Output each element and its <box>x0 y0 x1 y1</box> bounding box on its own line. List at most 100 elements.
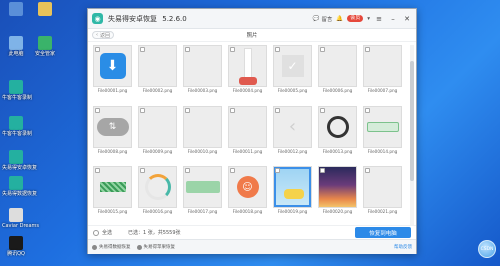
desktop-icon[interactable] <box>2 2 30 17</box>
shield-icon <box>38 36 52 50</box>
select-all-label[interactable]: 全选 <box>102 229 112 236</box>
app-logo-icon: ◉ <box>92 13 103 24</box>
photo-item[interactable]: ✓ File00005.png <box>272 45 313 103</box>
photo-thumbnail[interactable] <box>183 45 222 87</box>
photo-checkbox[interactable] <box>230 168 235 174</box>
photo-item[interactable]: File00019.png <box>272 166 313 224</box>
desktop-icon[interactable]: 失易得安卓恢复 <box>2 150 38 171</box>
photo-checkbox[interactable] <box>275 168 280 174</box>
desktop-icon[interactable]: 此电脑 <box>2 36 30 57</box>
photo-thumbnail[interactable] <box>183 105 222 148</box>
photo-item[interactable]: File00004.png <box>227 45 268 103</box>
photo-thumbnail[interactable] <box>138 105 177 148</box>
photo-item[interactable]: ⬇ File00001.png <box>92 45 133 103</box>
desktop-icon[interactable]: Caviar Dreams <box>2 208 39 229</box>
photo-checkbox[interactable] <box>185 168 190 174</box>
select-all-radio[interactable] <box>93 229 99 236</box>
photo-checkbox[interactable] <box>185 107 190 113</box>
photo-thumbnail[interactable] <box>183 166 222 209</box>
photo-checkbox[interactable] <box>320 107 325 113</box>
photo-checkbox[interactable] <box>320 47 325 52</box>
desktop-icon[interactable]: 腾讯QQ <box>2 236 30 257</box>
photo-checkbox[interactable] <box>275 47 280 52</box>
photo-item[interactable]: ⇅ File00008.png <box>92 105 133 164</box>
desktop-icon-label: 失易得安卓恢复 <box>2 165 38 171</box>
window-title: 失易得安卓恢复 5.2.6.0 <box>108 14 187 23</box>
vip-badge[interactable]: 会员 <box>347 15 364 22</box>
photo-item[interactable]: File00014.png <box>362 105 403 164</box>
photo-thumbnail[interactable] <box>138 166 177 209</box>
photo-checkbox[interactable] <box>365 168 370 174</box>
photo-thumbnail[interactable]: ⬇ <box>93 45 132 87</box>
photo-thumbnail[interactable] <box>273 166 312 209</box>
photo-item[interactable]: File00009.png <box>137 105 178 164</box>
photo-thumbnail[interactable] <box>363 166 402 209</box>
desktop-icon[interactable]: 安全管家 <box>31 36 59 57</box>
photo-checkbox[interactable] <box>230 47 235 52</box>
photo-item[interactable]: File00003.png <box>182 45 223 103</box>
photo-item[interactable]: ‹ File00012.png <box>272 105 313 164</box>
photo-item[interactable]: File00020.png <box>317 166 358 224</box>
photo-thumbnail[interactable] <box>363 45 402 87</box>
photo-item[interactable]: File00017.png <box>182 166 223 224</box>
photo-checkbox[interactable] <box>140 168 145 174</box>
photo-thumbnail[interactable] <box>318 166 357 209</box>
photo-thumbnail[interactable] <box>228 45 267 87</box>
message-button[interactable]: 💬 留言 <box>312 15 332 23</box>
sub-header: ‹ 返回 照片 <box>88 29 416 42</box>
desktop-icon[interactable]: 牛客牛客录制 <box>2 80 32 101</box>
photo-thumbnail[interactable] <box>363 105 402 148</box>
photo-thumbnail[interactable] <box>138 45 177 87</box>
photo-item[interactable]: File00007.png <box>362 45 403 103</box>
photo-thumbnail[interactable] <box>318 105 357 148</box>
photo-checkbox[interactable] <box>95 107 100 113</box>
menu-icon[interactable]: ≡ <box>374 15 384 23</box>
footer-apple-recovery-link[interactable]: 失易得苹果恢复 <box>136 244 175 250</box>
photo-checkbox[interactable] <box>365 47 370 52</box>
photo-checkbox[interactable] <box>185 47 190 52</box>
photo-checkbox[interactable] <box>95 47 100 52</box>
scrollbar-thumb[interactable] <box>410 61 414 181</box>
photo-thumbnail[interactable]: ⇅ <box>93 105 132 148</box>
photo-thumbnail[interactable]: ☺ <box>228 166 267 209</box>
desktop-icon[interactable]: 失易得数据恢复 <box>2 176 37 197</box>
footer-data-recovery-link[interactable]: 失易得数据恢复 <box>92 244 131 250</box>
photo-checkbox[interactable] <box>140 107 145 113</box>
photo-item[interactable]: File00010.png <box>182 105 223 164</box>
photo-checkbox[interactable] <box>320 168 325 174</box>
desktop-icon[interactable] <box>31 2 59 17</box>
close-icon[interactable]: ✕ <box>402 15 412 23</box>
photo-thumbnail[interactable]: ‹ <box>273 105 312 148</box>
photo-item[interactable]: File00016.png <box>137 166 178 224</box>
help-feedback-link[interactable]: 帮助反馈 <box>394 244 412 250</box>
photo-checkbox[interactable] <box>140 47 145 52</box>
restore-button[interactable]: 恢复到电脑 <box>355 227 411 238</box>
photo-checkbox[interactable] <box>275 107 280 113</box>
photo-thumbnail[interactable]: ✓ <box>273 45 312 87</box>
dropdown-icon[interactable]: ▾ <box>367 16 370 22</box>
photo-thumbnail[interactable] <box>228 105 267 148</box>
photo-checkbox[interactable] <box>95 168 100 174</box>
photo-thumbnail[interactable] <box>318 45 357 87</box>
photo-item[interactable]: File00006.png <box>317 45 358 103</box>
floating-bubble[interactable]: CSDN <box>478 240 496 258</box>
scrollbar[interactable] <box>410 45 414 225</box>
back-button[interactable]: ‹ 返回 <box>92 31 115 39</box>
photo-filename: File00020.png <box>322 209 353 215</box>
photo-filename: File00004.png <box>232 88 263 93</box>
photo-filename: File00003.png <box>187 88 218 93</box>
photo-item[interactable]: ☺ File00018.png <box>227 166 268 224</box>
photo-item[interactable]: File00015.png <box>92 166 133 224</box>
photo-thumbnail[interactable] <box>93 166 132 209</box>
photo-item[interactable]: File00013.png <box>317 105 358 164</box>
footer: 失易得数据恢复 失易得苹果恢复 帮助反馈 <box>88 239 416 254</box>
minimize-icon[interactable]: – <box>388 15 398 23</box>
desktop-icon[interactable]: 牛客牛客录制 <box>2 116 32 137</box>
photo-item[interactable]: File00002.png <box>137 45 178 103</box>
photo-checkbox[interactable] <box>365 107 370 113</box>
photo-item[interactable]: File00011.png <box>227 105 268 164</box>
app-dot-icon <box>92 244 97 250</box>
photo-checkbox[interactable] <box>230 107 235 113</box>
photo-item[interactable]: File00021.png <box>362 166 403 224</box>
notification-bell-icon[interactable]: 🔔 <box>336 16 343 22</box>
